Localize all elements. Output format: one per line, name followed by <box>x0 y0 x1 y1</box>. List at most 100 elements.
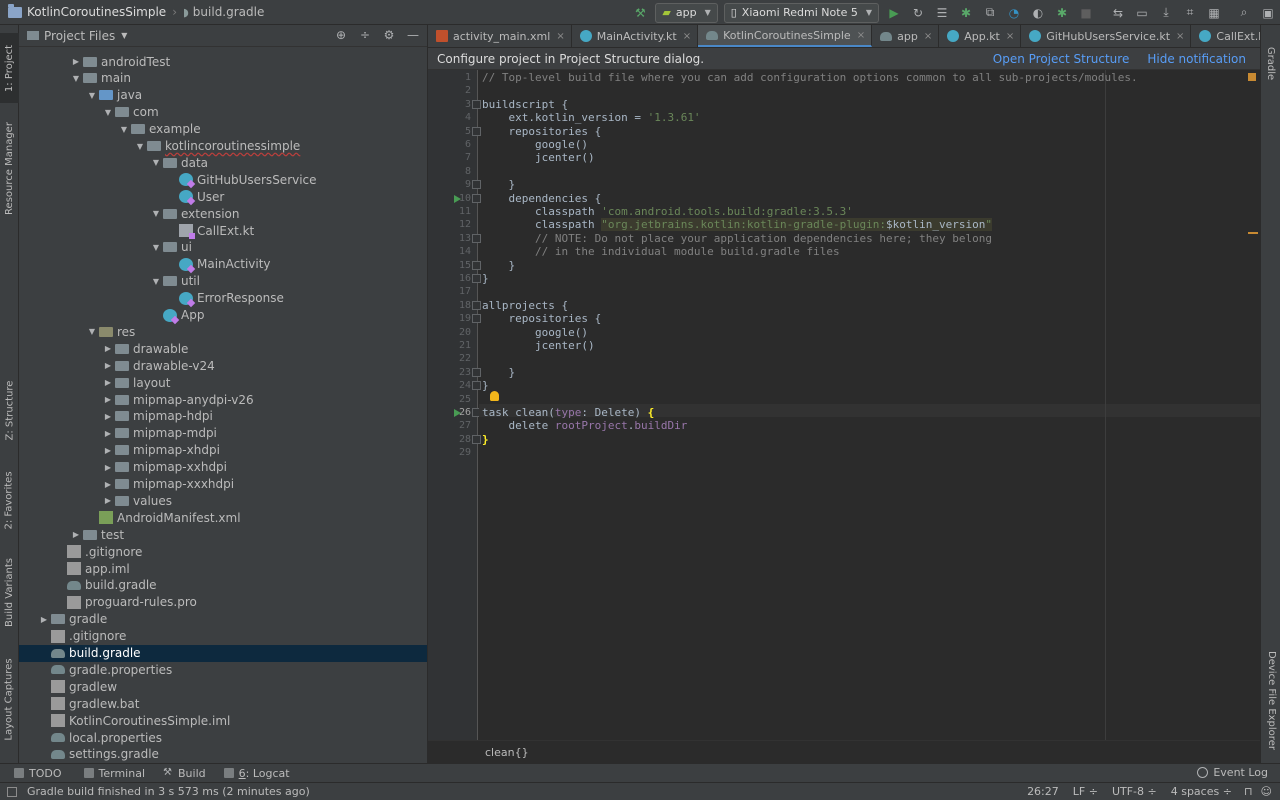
chevron-right-icon[interactable]: ▶ <box>101 395 115 404</box>
chevron-right-icon[interactable]: ▶ <box>101 378 115 387</box>
line-number[interactable]: 17 <box>443 286 471 297</box>
line-number[interactable]: 21 <box>443 340 471 351</box>
tree-item[interactable]: ▶ mipmap-xhdpi <box>19 442 427 459</box>
tree-item[interactable]: ▼ res <box>19 323 427 340</box>
tree-item[interactable]: ▼ java <box>19 87 427 104</box>
breadcrumb-clean[interactable]: clean{} <box>485 746 529 759</box>
run-gutter-icon[interactable] <box>454 409 461 417</box>
line-number[interactable]: 9 <box>443 179 471 190</box>
line-number[interactable]: 14 <box>443 246 471 257</box>
editor-gutter[interactable]: 1 2 3 4 5 6 7 8 9 10 11 12 13 14 15 16 17 18 19 20 21 22 23 24 2… <box>428 70 481 740</box>
line-number[interactable]: 3 <box>443 99 471 110</box>
line-number[interactable]: 16 <box>443 273 471 284</box>
tree-item[interactable]: gradlew <box>19 678 427 695</box>
tool-tab-logcat[interactable]: 6: Logcat <box>223 767 290 780</box>
tree-item[interactable]: build.gradle <box>19 577 427 594</box>
cursor-position[interactable]: 26:27 <box>1027 785 1059 798</box>
lightbulb-icon[interactable] <box>490 391 499 401</box>
tree-item[interactable]: .gitignore <box>19 628 427 645</box>
fold-marker-icon[interactable] <box>472 99 481 109</box>
line-number[interactable]: 27 <box>443 420 471 431</box>
view-mode-select[interactable]: Project Files <box>44 29 115 43</box>
coverage-icon[interactable]: ◐ <box>1030 5 1046 21</box>
tool-tab-gradle[interactable]: Gradle <box>1261 33 1280 93</box>
line-number[interactable]: 8 <box>443 166 471 177</box>
tree-item[interactable]: KotlinCoroutinesSimple.iml <box>19 712 427 729</box>
tree-item[interactable]: .gitignore <box>19 543 427 560</box>
attach-process-icon[interactable]: ✱ <box>1054 5 1070 21</box>
code-editor[interactable]: 1 2 3 4 5 6 7 8 9 10 11 12 13 14 15 16 17 18 19 20 21 22 23 24 2… <box>428 70 1260 763</box>
tree-item[interactable]: ▶ mipmap-xxhdpi <box>19 459 427 476</box>
line-number[interactable]: 6 <box>443 139 471 150</box>
close-icon[interactable]: × <box>683 31 691 42</box>
hide-notification-link[interactable]: Hide notification <box>1147 52 1246 66</box>
fold-marker-icon[interactable] <box>472 274 481 283</box>
avd-manager-icon[interactable]: ▭ <box>1134 5 1150 21</box>
lock-icon[interactable]: ⊓ <box>1244 785 1253 798</box>
editor-tab[interactable]: MainActivity.kt × <box>572 25 699 47</box>
line-number[interactable]: 2 <box>443 85 471 96</box>
attach-debugger-icon[interactable]: ⧉ <box>982 5 998 21</box>
code-line[interactable]: ext.kotlin_version = '1.3.61' <box>482 111 700 124</box>
editor-tab[interactable]: GitHubUsersService.kt × <box>1021 25 1192 47</box>
fold-marker-icon[interactable] <box>472 300 481 310</box>
run-icon[interactable]: ▶ <box>886 5 902 21</box>
tree-item[interactable]: ▼ kotlincoroutinessimple <box>19 138 427 155</box>
line-number[interactable]: 28 <box>443 434 471 445</box>
breadcrumb-file[interactable]: build.gradle <box>193 5 265 19</box>
tool-tab-build[interactable]: ⚒ Build <box>163 767 206 780</box>
tool-tab-build-variants[interactable]: Build Variants <box>0 550 19 635</box>
stop-icon[interactable]: ■ <box>1078 5 1094 21</box>
chevron-right-icon[interactable]: ▶ <box>101 361 115 370</box>
tree-item[interactable]: CallExt.kt <box>19 222 427 239</box>
tool-windows-icon[interactable] <box>7 786 17 797</box>
line-number[interactable]: 29 <box>443 447 471 458</box>
fold-marker-icon[interactable] <box>472 367 481 377</box>
minimize-icon[interactable]: — <box>405 28 421 44</box>
project-structure-icon[interactable]: ▦ <box>1206 5 1222 21</box>
chevron-down-icon[interactable]: ▼ <box>149 209 163 218</box>
tool-tab-device-file-explorer[interactable]: Device File Explorer <box>1261 640 1280 760</box>
tool-tab-todo[interactable]: TODO <box>14 767 62 780</box>
tree-item[interactable]: App <box>19 307 427 324</box>
code-line[interactable]: // NOTE: Do not place your application d… <box>482 232 992 245</box>
tree-item[interactable]: ▼ main <box>19 70 427 87</box>
tree-item[interactable]: ▶ mipmap-xxxhdpi <box>19 476 427 493</box>
fold-marker-icon[interactable] <box>472 233 481 243</box>
line-separator[interactable]: LF ÷ <box>1073 785 1098 798</box>
code-line[interactable]: dependencies { <box>482 192 601 205</box>
chevron-down-icon[interactable]: ▼ <box>85 91 99 100</box>
fold-marker-icon[interactable] <box>472 314 481 324</box>
tree-item[interactable]: settings.gradle <box>19 746 427 763</box>
layout-inspector-icon[interactable]: ⌗ <box>1182 5 1198 21</box>
device-select[interactable]: ▯ Xiaomi Redmi Note 5 ▼ <box>723 2 879 23</box>
editor-tab[interactable]: App.kt × <box>939 25 1022 47</box>
tree-item[interactable]: ▼ example <box>19 121 427 138</box>
chevron-right-icon[interactable]: ▶ <box>101 480 115 489</box>
tree-item[interactable]: proguard-rules.pro <box>19 594 427 611</box>
line-number[interactable]: 20 <box>443 327 471 338</box>
run-config-select[interactable]: ▰ app ▼ <box>655 2 718 23</box>
line-number[interactable]: 24 <box>443 380 471 391</box>
chevron-right-icon[interactable]: ▶ <box>101 344 115 353</box>
chevron-right-icon[interactable]: ▶ <box>101 429 115 438</box>
tool-tab-structure[interactable]: Z: Structure <box>0 370 19 450</box>
chevron-down-icon[interactable]: ▼ <box>85 327 99 336</box>
tree-item[interactable]: ▼ util <box>19 273 427 290</box>
fold-marker-icon[interactable] <box>472 381 481 391</box>
code-line[interactable]: } <box>482 178 515 191</box>
code-line[interactable]: jcenter() <box>482 339 595 352</box>
tool-tab-resource-manager[interactable]: Resource Manager <box>0 113 19 223</box>
tree-item[interactable]: ▶ layout <box>19 374 427 391</box>
tree-item[interactable]: ▶ gradle <box>19 611 427 628</box>
line-number[interactable]: 23 <box>443 367 471 378</box>
tree-item[interactable]: GitHubUsersService <box>19 171 427 188</box>
code-line[interactable]: repositories { <box>482 125 601 138</box>
code-line[interactable]: allprojects { <box>482 299 568 312</box>
line-number[interactable]: 4 <box>443 112 471 123</box>
code-line[interactable]: google() <box>482 138 588 151</box>
tree-item[interactable]: AndroidManifest.xml <box>19 509 427 526</box>
code-line[interactable]: task clean(type: Delete) { <box>482 406 654 419</box>
tool-tab-project[interactable]: 1: Project <box>0 33 19 103</box>
chevron-down-icon[interactable]: ▼ <box>149 277 163 286</box>
